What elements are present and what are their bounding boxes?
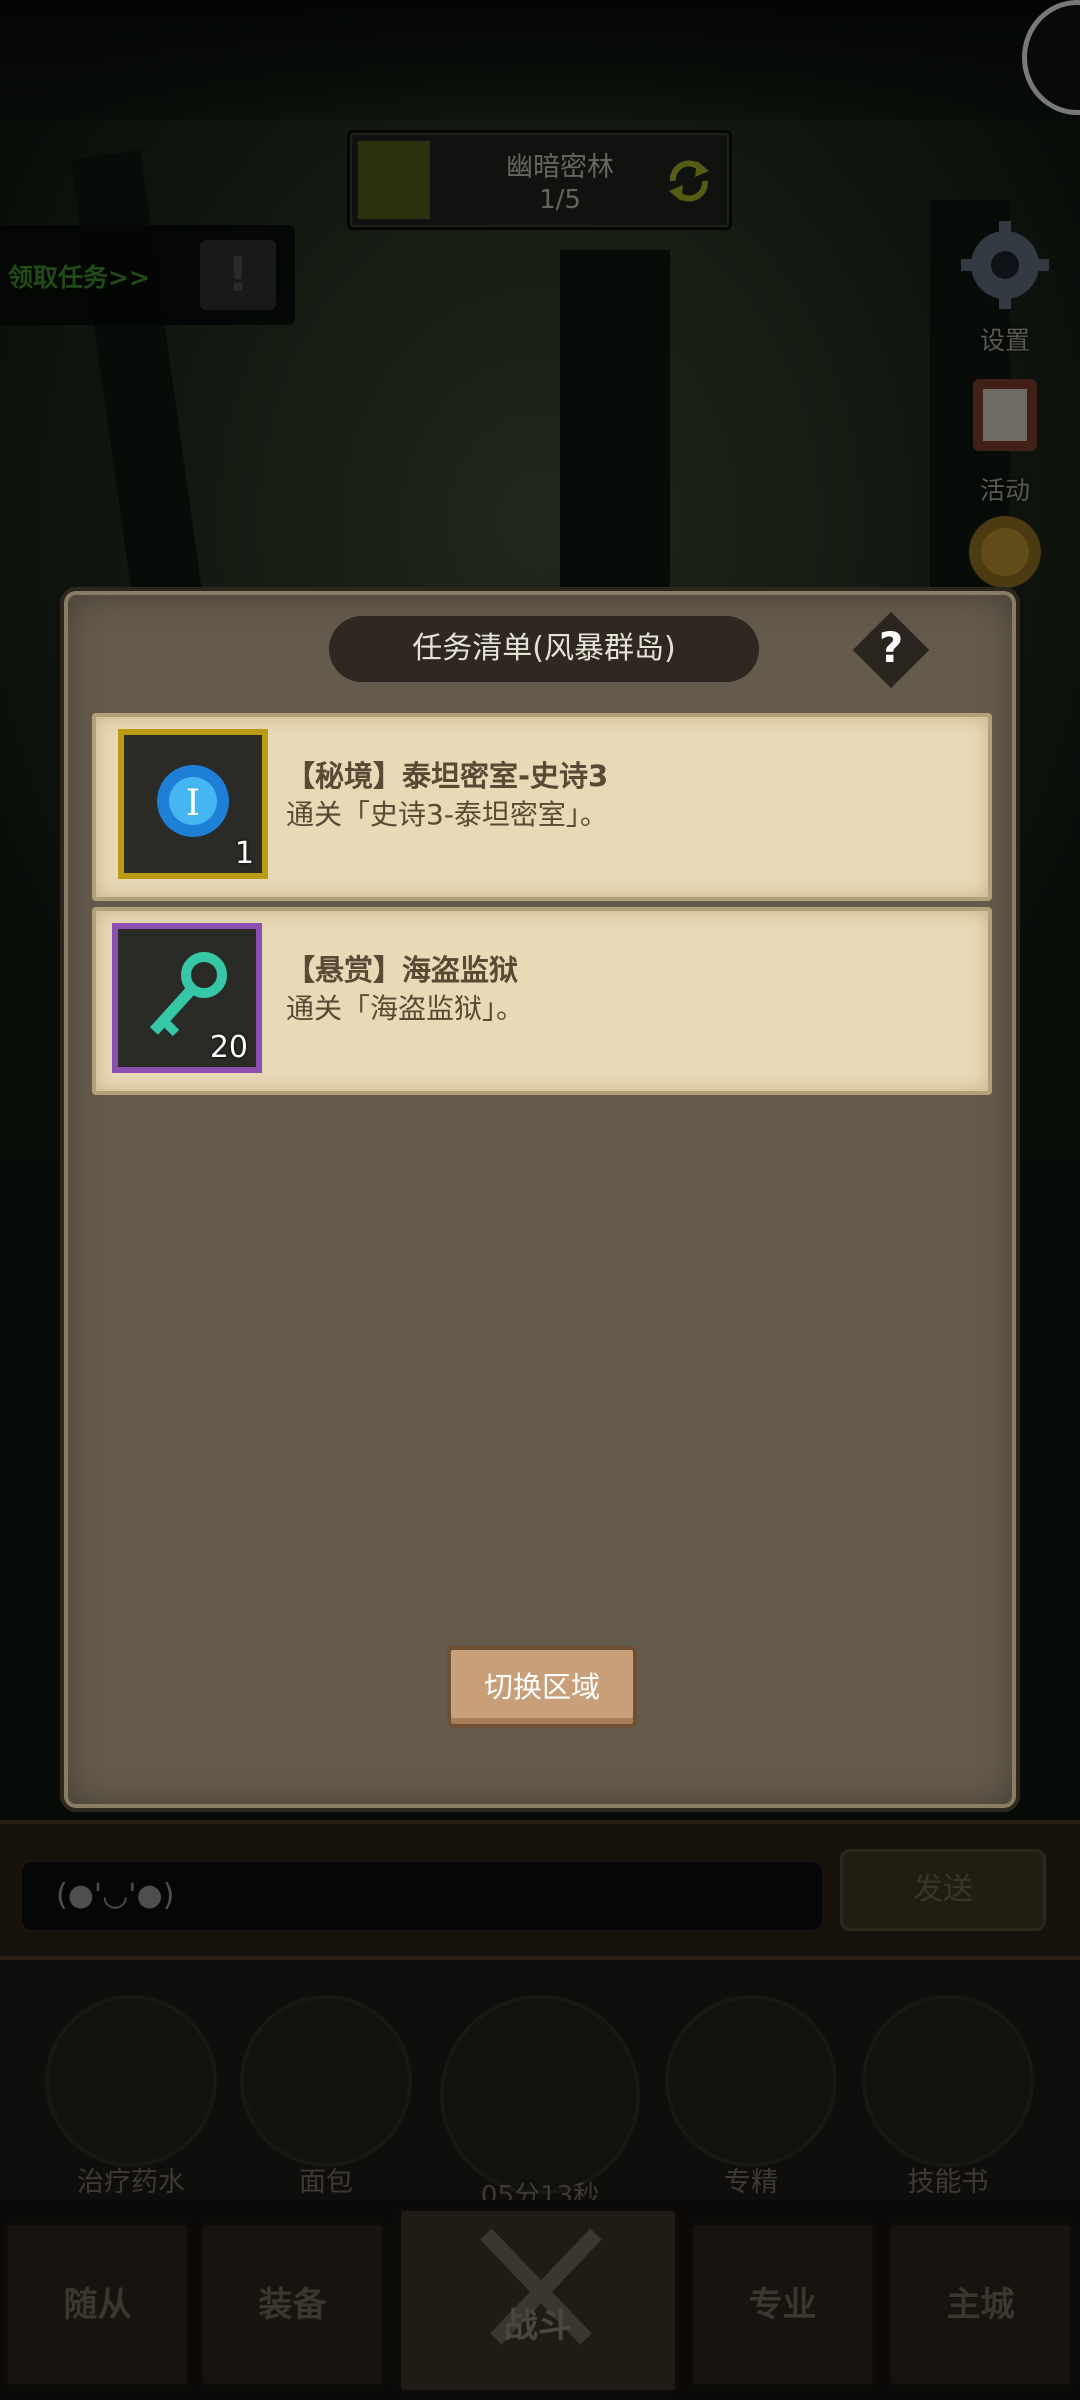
task-name: 【秘境】泰坦密室-史诗3 [286, 759, 609, 793]
task-qty: 20 [209, 1030, 248, 1065]
help-button[interactable]: ? [852, 611, 930, 689]
task-item[interactable]: 20 【悬赏】海盗监狱 通关「海盗监狱」。 [92, 907, 992, 1095]
question-icon: ? [878, 623, 904, 672]
task-desc: 通关「海盗监狱」。 [286, 992, 525, 1025]
task-list-modal: 任务清单(风暴群岛) ? I 1 【秘境】泰坦密室-史诗3 通关「史诗3-泰坦密… [60, 587, 1020, 1812]
modal-title: 任务清单(风暴群岛) [329, 616, 759, 682]
task-reward-slot: I 1 [118, 729, 268, 879]
svg-text:I: I [186, 783, 200, 824]
task-qty: 1 [234, 836, 254, 871]
task-item[interactable]: I 1 【秘境】泰坦密室-史诗3 通关「史诗3-泰坦密室」。 [92, 713, 992, 901]
task-name: 【悬赏】海盗监狱 [286, 953, 519, 987]
task-desc: 通关「史诗3-泰坦密室」。 [286, 798, 608, 831]
task-reward-slot: 20 [112, 923, 262, 1073]
switch-region-button[interactable]: 切换区域 [447, 1646, 637, 1728]
